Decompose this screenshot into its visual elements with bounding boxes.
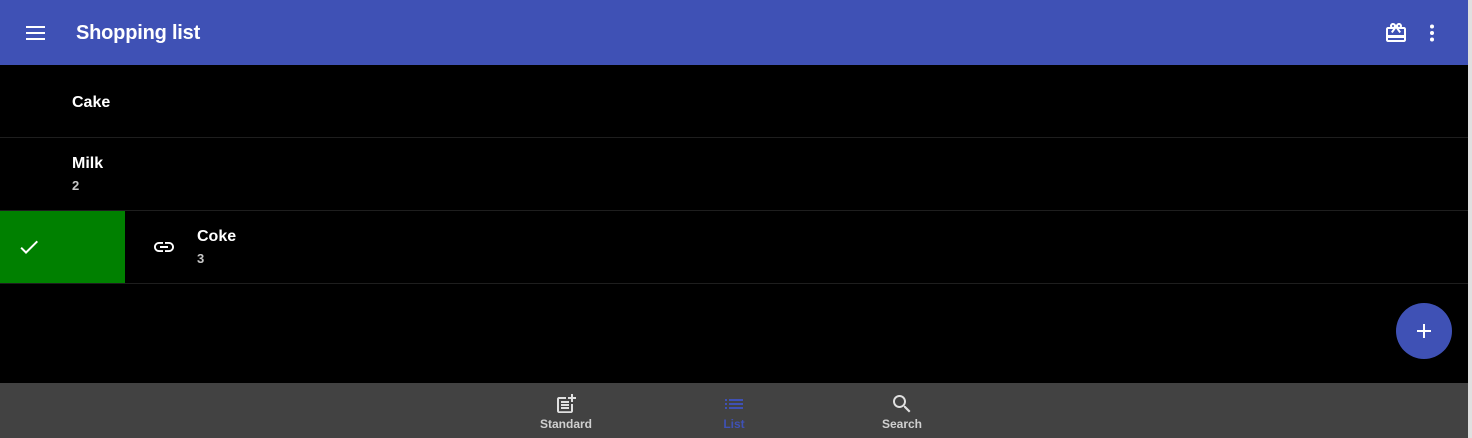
add-icon bbox=[1417, 324, 1431, 338]
app-window: Shopping list Cake Milk 2 Coke 3 Standar… bbox=[0, 0, 1472, 438]
nav-label: Search bbox=[881, 417, 923, 431]
nav-item-list[interactable]: List bbox=[674, 383, 794, 438]
menu-button[interactable] bbox=[20, 17, 52, 49]
nav-label: Standard bbox=[539, 417, 592, 431]
list-item[interactable]: Cake bbox=[0, 65, 1468, 138]
nav-item-standard[interactable]: Standard bbox=[506, 383, 626, 438]
window-edge bbox=[1468, 0, 1472, 438]
shopping-list: Cake Milk 2 Coke 3 bbox=[0, 65, 1468, 284]
item-quantity: 2 bbox=[72, 178, 80, 193]
menu-icon bbox=[26, 26, 45, 40]
item-quantity: 3 bbox=[197, 251, 205, 266]
more-options-button[interactable] bbox=[1416, 17, 1448, 49]
item-name: Coke bbox=[197, 228, 237, 245]
bottom-navigation: Standard List Search bbox=[0, 383, 1468, 438]
add-item-button[interactable] bbox=[1396, 303, 1452, 359]
page-title: Shopping list bbox=[76, 22, 201, 44]
nav-label: List bbox=[723, 417, 745, 431]
item-name: Milk bbox=[72, 155, 104, 172]
list-item[interactable]: Coke 3 bbox=[0, 211, 1468, 284]
swipe-done-background bbox=[0, 211, 125, 283]
redeem-icon bbox=[1386, 23, 1406, 42]
list-item-content[interactable]: Coke 3 bbox=[125, 211, 1468, 283]
nav-item-search[interactable]: Search bbox=[842, 383, 962, 438]
app-bar: Shopping list bbox=[0, 0, 1468, 65]
more-vert-icon bbox=[1430, 24, 1434, 42]
post-add-icon bbox=[554, 392, 578, 416]
list-item[interactable]: Milk 2 bbox=[0, 138, 1468, 211]
search-icon bbox=[890, 392, 914, 416]
item-name: Cake bbox=[72, 94, 111, 111]
check-icon bbox=[20, 240, 38, 254]
redeem-button[interactable] bbox=[1380, 17, 1412, 49]
link-icon bbox=[152, 235, 176, 259]
list-icon bbox=[722, 392, 746, 416]
